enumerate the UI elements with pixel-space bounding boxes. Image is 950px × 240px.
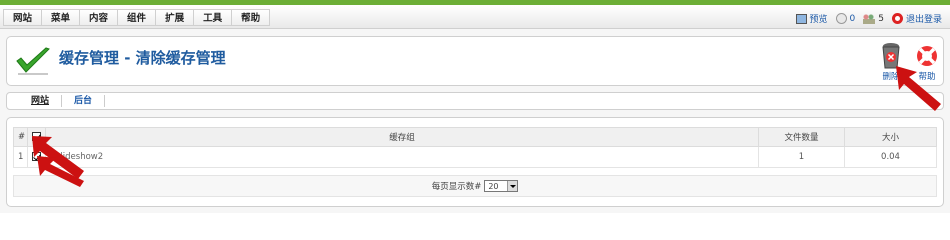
subnav-bar: 网站 后台 (6, 92, 944, 110)
main-menu: 网站 菜单 内容 组件 扩展 工具 帮助 (3, 9, 271, 26)
menu-item-content[interactable]: 内容 (79, 9, 118, 26)
help-button[interactable]: 帮助 (907, 41, 947, 82)
table-row: 1 slideshow2 1 0.04 (13, 146, 937, 168)
users-value: 5 (878, 13, 884, 24)
preview-label: 预览 (809, 15, 828, 25)
table-header-row: # 缓存组 文件数量 大小 (13, 127, 937, 147)
delete-button[interactable]: 删除 (871, 41, 911, 82)
col-header-size: 大小 (844, 127, 937, 147)
per-page-select[interactable]: 20 (484, 180, 519, 192)
subnav-tab-site[interactable]: 网站 (19, 95, 63, 107)
row-cache-group: slideshow2 (45, 146, 759, 168)
preview-icon (795, 13, 807, 24)
lifebuoy-icon (917, 46, 937, 66)
row-file-count: 1 (758, 146, 845, 168)
per-page-label: 每页显示数# (431, 182, 482, 192)
cache-group-link[interactable]: slideshow2 (56, 152, 103, 162)
col-header-number: # (13, 127, 28, 147)
pagination-footer: 每页显示数# 20 (13, 175, 937, 197)
preview-link[interactable]: 预览 (795, 12, 828, 25)
menu-item-components[interactable]: 组件 (117, 9, 156, 26)
col-header-cache-group: 缓存组 (45, 127, 759, 147)
checkmark-icon (16, 47, 50, 75)
menu-item-help[interactable]: 帮助 (231, 9, 271, 26)
logout-icon (891, 13, 903, 24)
delete-label: 删除 (882, 72, 900, 82)
messages-count[interactable]: 0 (835, 13, 856, 24)
menu-item-extensions[interactable]: 扩展 (155, 9, 194, 26)
subnav-tab-admin[interactable]: 后台 (62, 95, 106, 107)
toolbar-panel: 缓存管理 - 清除缓存管理 删除 帮助 (6, 36, 944, 86)
row-size: 0.04 (844, 146, 937, 168)
col-header-select (27, 127, 46, 147)
status-area: 预览 0 5 退出登录 (795, 10, 942, 27)
trash-icon (882, 43, 900, 69)
cache-table: # 缓存组 文件数量 大小 1 slideshow2 1 0.04 (13, 127, 937, 168)
users-count: 5 (863, 13, 884, 24)
row-number: 1 (13, 146, 28, 168)
admin-page: 网站 菜单 内容 组件 扩展 工具 帮助 预览 0 5 退出登录 缓存管理 - … (0, 0, 950, 213)
users-icon (863, 13, 876, 24)
row-select-cell (27, 146, 46, 168)
menu-bar: 网站 菜单 内容 组件 扩展 工具 帮助 预览 0 5 退出登录 (0, 5, 950, 29)
row-checkbox[interactable] (32, 152, 41, 161)
per-page-value: 20 (488, 181, 499, 191)
logout-link[interactable]: 退出登录 (891, 12, 942, 25)
select-all-checkbox[interactable] (32, 132, 41, 141)
chevron-down-icon (507, 181, 518, 191)
content-panel: # 缓存组 文件数量 大小 1 slideshow2 1 0.04 每页显示数#… (6, 117, 944, 207)
menu-item-tools[interactable]: 工具 (193, 9, 232, 26)
messages-value: 0 (849, 13, 856, 24)
col-header-file-count: 文件数量 (758, 127, 845, 147)
menu-item-menus[interactable]: 菜单 (41, 9, 80, 26)
message-icon (835, 13, 847, 24)
menu-item-site[interactable]: 网站 (3, 9, 42, 26)
page-title: 缓存管理 - 清除缓存管理 (59, 49, 226, 67)
help-label: 帮助 (918, 72, 936, 82)
logout-label: 退出登录 (905, 15, 942, 25)
